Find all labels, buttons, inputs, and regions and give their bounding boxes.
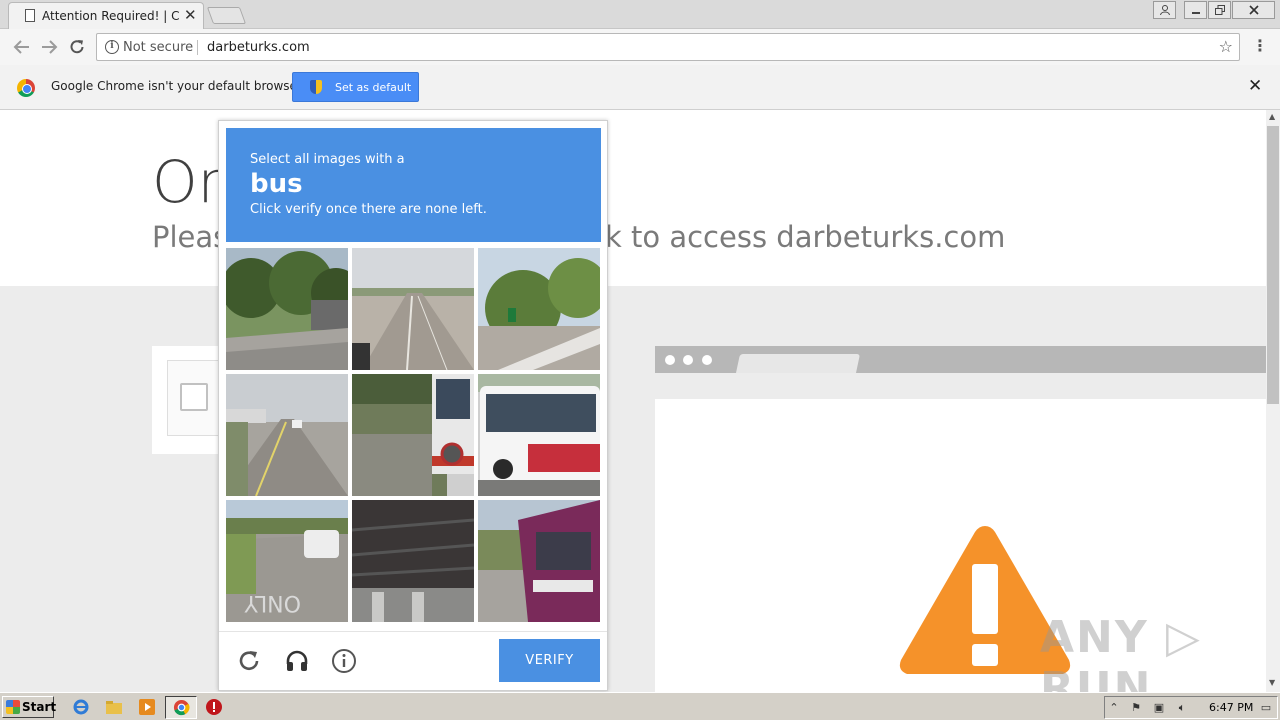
taskbar-chrome-button[interactable]: [165, 696, 197, 719]
instruction-hint: Click verify once there are none left.: [250, 202, 487, 217]
default-browser-infobar: Google Chrome isn't your default browser…: [0, 65, 1280, 110]
info-icon[interactable]: i: [105, 40, 119, 54]
system-tray: ⌃ ⚑ ▣ 🔈︎ 6:47 PM ▭: [1104, 696, 1278, 719]
scroll-down-icon[interactable]: ▼: [1269, 678, 1275, 687]
page-content: On Pleas k to access darbeturks.com: [0, 110, 1266, 692]
url-text[interactable]: darbeturks.com: [207, 40, 310, 55]
title-bar: Attention Required! | Cloudfl ✕: [0, 0, 1280, 29]
instruction-line: Select all images with a: [250, 152, 405, 167]
minimize-button[interactable]: [1184, 1, 1207, 19]
svg-text:ONLY: ONLY: [244, 590, 301, 615]
infobar-close-icon[interactable]: ✕: [1248, 76, 1262, 96]
image-tile-empty-highway[interactable]: [352, 248, 474, 370]
image-tile-overpass-with-trees[interactable]: [478, 248, 600, 370]
illustration-dot: [665, 355, 675, 365]
security-label: Not secure: [123, 40, 194, 55]
captcha-challenge-popup: Select all images with a bus Click verif…: [218, 120, 608, 691]
page-header: On Pleas k to access darbeturks.com: [0, 110, 1266, 286]
set-default-label: Set as default: [335, 81, 412, 94]
media-player-icon[interactable]: [138, 698, 156, 716]
browser-illustration-tab: [735, 354, 861, 373]
user-icon[interactable]: [1153, 1, 1176, 19]
set-default-button[interactable]: Set as default: [292, 72, 419, 102]
browser-toolbar: i Not secure darbeturks.com ☆ ⋮: [0, 29, 1280, 65]
show-desktop-icon[interactable]: ▭: [1259, 701, 1273, 715]
clock: 6:47 PM: [1209, 701, 1254, 714]
target-object: bus: [250, 169, 303, 199]
close-window-button[interactable]: [1232, 1, 1275, 19]
image-tile-bridge-underside[interactable]: [352, 500, 474, 622]
footer-divider: [219, 631, 607, 632]
image-tile-street-with-trees[interactable]: [226, 248, 348, 370]
audio-challenge-icon[interactable]: [284, 648, 310, 674]
chrome-logo-icon: [17, 79, 35, 97]
folder-icon[interactable]: [105, 698, 123, 716]
reload-icon[interactable]: [68, 38, 86, 56]
image-tile-purple-bus[interactable]: [478, 500, 600, 622]
tab-title: Attention Required! | Cloudfl: [42, 9, 180, 23]
image-grid: ONLY: [226, 248, 602, 624]
new-tab-button[interactable]: [206, 7, 247, 24]
captcha-checkbox[interactable]: [180, 383, 208, 411]
document-icon: [25, 9, 35, 22]
bookmark-star-icon[interactable]: ☆: [1219, 37, 1233, 56]
chrome-icon: [173, 699, 190, 716]
volume-icon[interactable]: 🔈︎: [1175, 701, 1189, 715]
tab-close-icon[interactable]: ✕: [184, 6, 197, 24]
start-button[interactable]: Start: [2, 696, 57, 718]
info-circle-icon[interactable]: [331, 648, 357, 674]
address-bar[interactable]: i Not secure darbeturks.com ☆: [96, 33, 1240, 61]
back-arrow-icon[interactable]: [13, 39, 31, 55]
forward-arrow-icon[interactable]: [40, 39, 58, 55]
verify-button[interactable]: VERIFY: [499, 639, 600, 682]
restore-button[interactable]: [1208, 1, 1231, 19]
reload-challenge-icon[interactable]: [236, 648, 262, 674]
scroll-up-icon[interactable]: ▲: [1269, 112, 1275, 121]
image-tile-highway-under-cloudy-sky[interactable]: [226, 374, 348, 496]
image-tile-road-with-white-suv[interactable]: ONLY: [226, 500, 348, 622]
stop-icon[interactable]: [205, 698, 223, 716]
start-label: Start: [22, 700, 57, 714]
internet-explorer-icon[interactable]: [72, 698, 90, 716]
page-subtitle-end: k to access darbeturks.com: [605, 220, 1006, 254]
browser-tab[interactable]: Attention Required! | Cloudfl ✕: [8, 2, 204, 29]
infobar-message: Google Chrome isn't your default browser: [51, 79, 302, 93]
flag-icon[interactable]: ⚑: [1129, 701, 1143, 715]
taskbar: Start ⌃ ⚑ ▣ 🔈︎ 6:47 PM ▭: [0, 692, 1280, 720]
image-tile-bus-side-with-bicycle[interactable]: [352, 374, 474, 496]
menu-icon[interactable]: ⋮: [1252, 36, 1268, 55]
windows-flag-icon: [6, 700, 20, 714]
page-subtitle-start: Pleas: [152, 220, 229, 254]
illustration-dot: [683, 355, 693, 365]
address-separator: [197, 40, 198, 55]
captcha-instructions: Select all images with a bus Click verif…: [226, 128, 601, 242]
page-scrollbar[interactable]: ▲ ▼: [1266, 110, 1280, 692]
network-icon[interactable]: ▣: [1152, 701, 1166, 715]
illustration-dot: [702, 355, 712, 365]
shield-icon: [310, 80, 322, 94]
tray-expand-icon[interactable]: ⌃: [1107, 701, 1121, 715]
scroll-thumb[interactable]: [1267, 126, 1279, 404]
image-tile-white-city-bus[interactable]: [478, 374, 600, 496]
